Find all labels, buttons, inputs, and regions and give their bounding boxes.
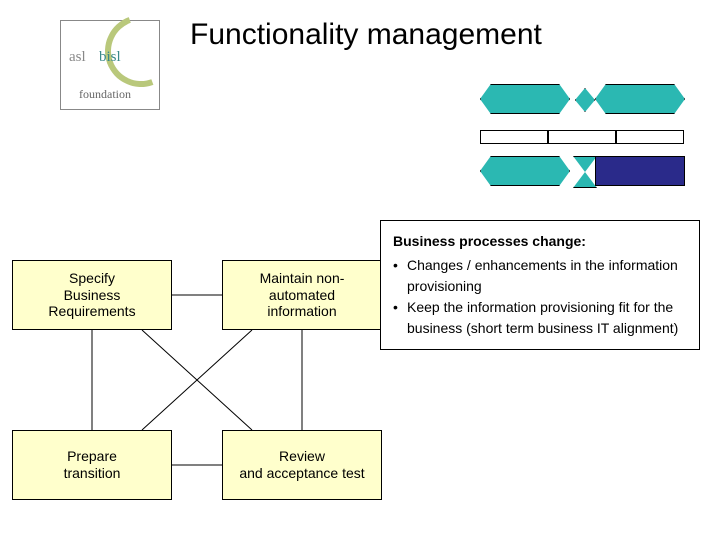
callout-bullet: • Keep the information provisioning fit …	[393, 297, 687, 339]
flow-diagram: Specify Business Requirements Maintain n…	[12, 260, 412, 520]
diamond-shape	[575, 88, 595, 112]
callout-box: Business processes change: • Changes / e…	[380, 220, 700, 350]
logo-word-bisl: bisl	[99, 49, 121, 66]
bar-shape	[480, 130, 548, 144]
hex-shape	[595, 84, 685, 114]
logo-foundation: foundation	[79, 87, 131, 102]
highlight-box	[595, 156, 685, 186]
bar-shape	[616, 130, 684, 144]
logo-word-asl: asl	[69, 49, 86, 66]
hex-shape	[480, 84, 570, 114]
flow-label: Maintain non- automated information	[260, 270, 345, 320]
flow-label: Review and acceptance test	[239, 448, 364, 482]
flow-box-specify: Specify Business Requirements	[12, 260, 172, 330]
flow-box-maintain: Maintain non- automated information	[222, 260, 382, 330]
bar-shape	[548, 130, 616, 144]
callout-bullet-text: Keep the information provisioning fit fo…	[407, 297, 687, 339]
page-title: Functionality management	[190, 18, 542, 52]
callout-heading: Business processes change:	[393, 231, 687, 252]
callout-bullet: • Changes / enhancements in the informat…	[393, 255, 687, 297]
logo: asl bisl foundation	[60, 20, 160, 110]
bullet-dot-icon: •	[393, 297, 407, 339]
flow-box-review: Review and acceptance test	[222, 430, 382, 500]
hourglass-shape	[573, 156, 597, 188]
flow-box-prepare: Prepare transition	[12, 430, 172, 500]
mini-diagram	[480, 80, 690, 190]
flow-label: Specify Business Requirements	[48, 270, 135, 320]
flow-label: Prepare transition	[64, 448, 121, 482]
hex-shape	[480, 156, 570, 186]
callout-bullet-text: Changes / enhancements in the informatio…	[407, 255, 687, 297]
bullet-dot-icon: •	[393, 255, 407, 297]
